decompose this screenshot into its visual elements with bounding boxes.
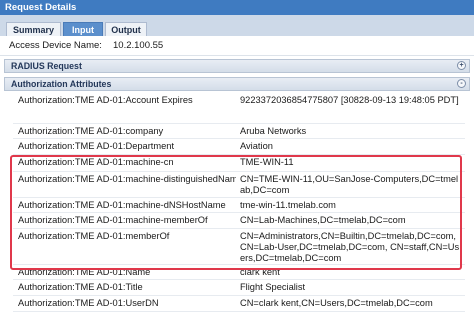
collapse-icon[interactable]: - — [457, 79, 466, 88]
attribute-key: Authorization:TME AD-01:Department — [18, 141, 175, 151]
attribute-value: CN=Administrators,CN=Builtin,DC=tmelab,D… — [240, 231, 460, 263]
radius-request-section[interactable]: RADIUS Request + — [4, 59, 470, 73]
authorization-attributes-title: Authorization Attributes — [11, 79, 112, 89]
attribute-key: Authorization:TME AD-01:Title — [18, 282, 143, 292]
tab-strip: Summary Input Output — [0, 15, 474, 36]
attribute-value: CN=clark kent,CN=Users,DC=tmelab,DC=com — [240, 298, 433, 308]
attribute-key: Authorization:TME AD-01:machine-memberOf — [18, 215, 208, 225]
access-device-value: 10.2.100.55 — [113, 40, 164, 51]
tab-input[interactable]: Input — [63, 22, 103, 36]
table-row: Authorization:TME AD-01:machine-memberOf… — [13, 213, 465, 229]
table-row: Authorization:TME AD-01:Account Expires … — [13, 93, 465, 124]
attribute-value: clark kent — [240, 267, 280, 277]
attribute-value: CN=Lab-Machines,DC=tmelab,DC=com — [240, 215, 406, 225]
table-row: Authorization:TME AD-01:memberOf CN=Admi… — [13, 229, 465, 265]
attribute-key: Authorization:TME AD-01:UserDN — [18, 298, 159, 308]
attribute-key: Authorization:TME AD-01:company — [18, 126, 164, 136]
window-title: Request Details — [0, 0, 474, 15]
access-device-row: Access Device Name: 10.2.100.55 — [0, 37, 474, 56]
attribute-value: Aruba Networks — [240, 126, 307, 136]
attribute-key: Authorization:TME AD-01:machine-distingu… — [18, 174, 236, 184]
attribute-value: CN=TME-WIN-11,OU=SanJose-Computers,DC=tm… — [240, 174, 459, 195]
radius-request-title: RADIUS Request — [11, 61, 82, 71]
table-row: Authorization:TME AD-01:machine-cn TME-W… — [13, 155, 465, 172]
attribute-value: 9223372036854775807 [30828-09-13 19:48:0… — [240, 95, 459, 105]
table-row: Authorization:TME AD-01:company Aruba Ne… — [13, 124, 465, 139]
attributes-table: Authorization:TME AD-01:Account Expires … — [13, 93, 465, 312]
attribute-key: Authorization:TME AD-01:machine-cn — [18, 157, 174, 167]
attribute-key: Authorization:TME AD-01:Account Expires — [18, 95, 193, 105]
attribute-key: Authorization:TME AD-01:Name — [18, 267, 151, 277]
tab-output[interactable]: Output — [105, 22, 147, 36]
access-device-label: Access Device Name: — [9, 40, 102, 51]
attribute-value: tme-win-11.tmelab.com — [240, 200, 336, 210]
attribute-key: Authorization:TME AD-01:memberOf — [18, 231, 170, 241]
attribute-value: Aviation — [240, 141, 273, 151]
table-row: Authorization:TME AD-01:UserDN CN=clark … — [13, 296, 465, 312]
table-row: Authorization:TME AD-01:Name clark kent — [13, 265, 465, 280]
table-row: Authorization:TME AD-01:Department Aviat… — [13, 139, 465, 155]
attribute-key: Authorization:TME AD-01:machine-dNSHostN… — [18, 200, 226, 210]
expand-icon[interactable]: + — [457, 61, 466, 70]
table-row: Authorization:TME AD-01:machine-distingu… — [13, 172, 465, 198]
table-row: Authorization:TME AD-01:machine-dNSHostN… — [13, 198, 465, 213]
attribute-value: Flight Specialist — [240, 282, 306, 292]
tab-summary[interactable]: Summary — [6, 22, 61, 36]
authorization-attributes-section[interactable]: Authorization Attributes - — [4, 77, 470, 91]
table-row: Authorization:TME AD-01:Title Flight Spe… — [13, 280, 465, 296]
attribute-value: TME-WIN-11 — [240, 157, 294, 167]
